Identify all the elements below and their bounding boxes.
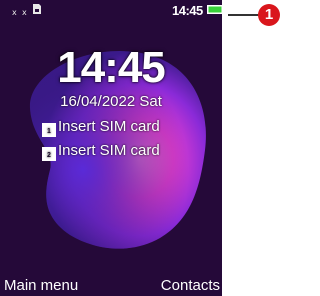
sim-2-label: Insert SIM card xyxy=(58,142,160,159)
status-time: 14:45 xyxy=(172,3,203,18)
battery-full-icon xyxy=(207,5,222,14)
callout-pointer-line xyxy=(228,14,260,16)
lock-date: 16/04/2022 Sat xyxy=(60,93,162,110)
phone-screen: x x 14:45 14:45 16/04/2022 Sat 1 Insert S… xyxy=(0,0,222,296)
lock-clock: 14:45 xyxy=(57,43,166,92)
sim-2-badge-icon: 2 xyxy=(42,147,56,161)
contacts-softkey[interactable]: Contacts xyxy=(161,277,220,294)
page: x x 14:45 14:45 16/04/2022 Sat 1 Insert S… xyxy=(0,0,282,296)
sim-1-status: 1 Insert SIM card xyxy=(42,118,160,137)
signal-2-icon: x xyxy=(22,8,27,17)
sim-2-status: 2 Insert SIM card xyxy=(42,142,160,161)
sim-1-label: Insert SIM card xyxy=(58,118,160,135)
sim-card-icon xyxy=(33,4,41,14)
softkey-bar: Main menu Contacts xyxy=(0,274,222,296)
callout-badge: 1 xyxy=(258,4,280,26)
signal-1-icon: x xyxy=(12,8,17,17)
sim-1-badge-icon: 1 xyxy=(42,123,56,137)
main-menu-softkey[interactable]: Main menu xyxy=(4,277,78,294)
